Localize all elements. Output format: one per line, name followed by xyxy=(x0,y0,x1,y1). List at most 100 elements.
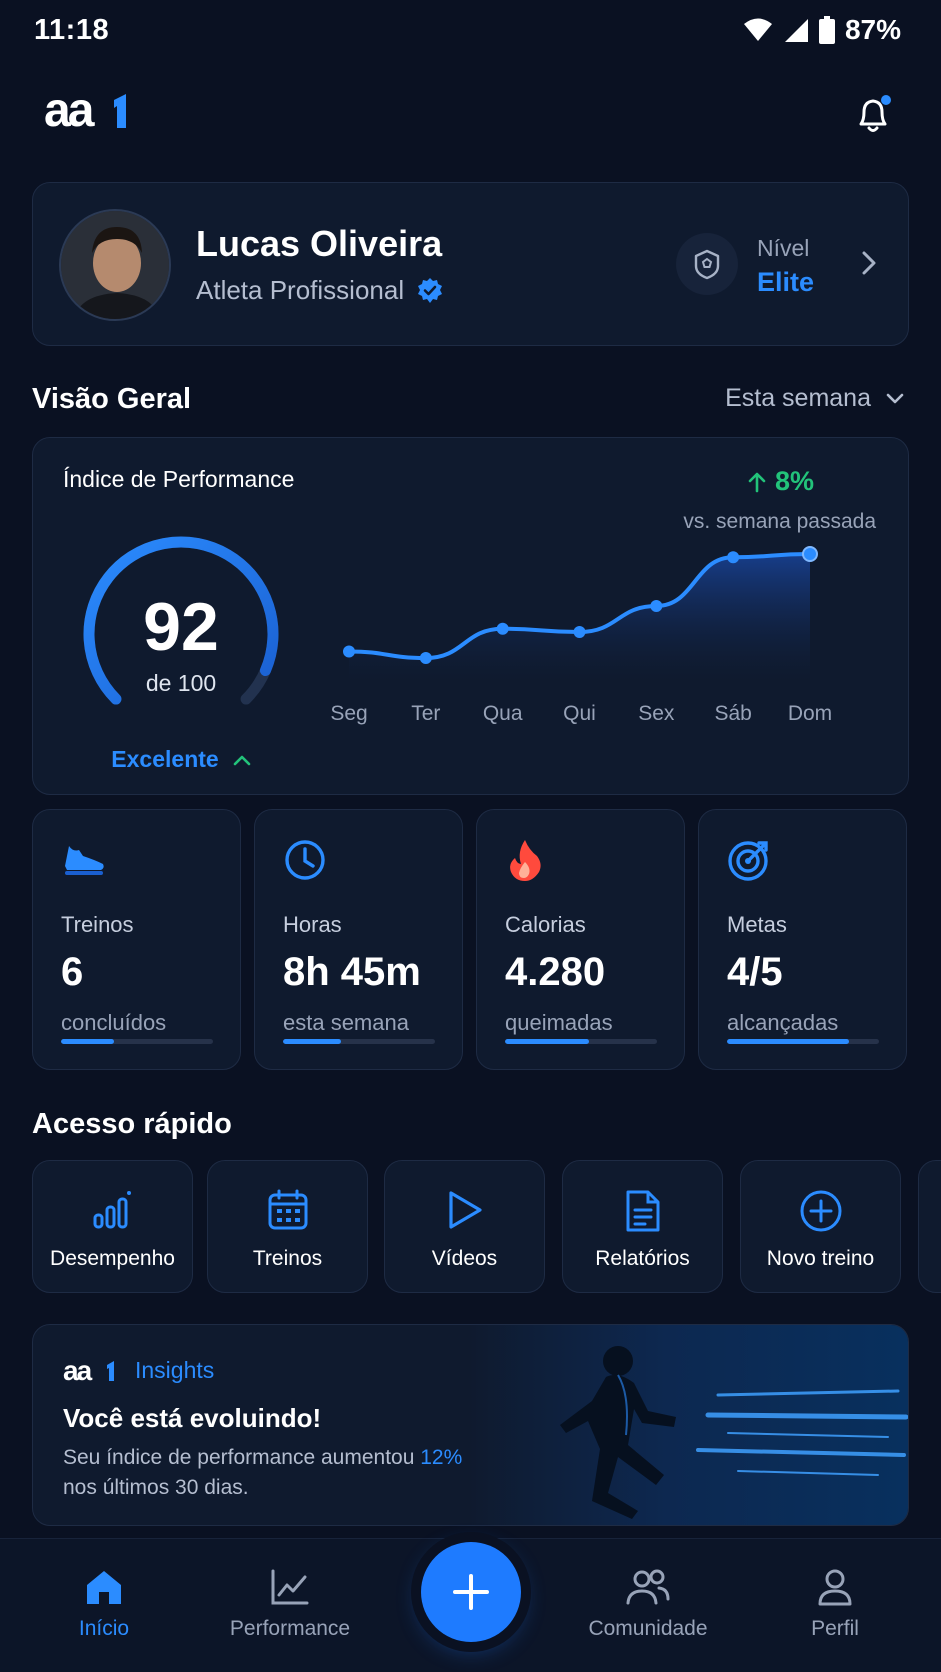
quick-novo-treino-button[interactable]: Novo treino xyxy=(740,1160,901,1293)
stat-sub: concluídos xyxy=(61,1010,167,1035)
profile-card[interactable]: Lucas Oliveira Atleta Profissional Nível… xyxy=(32,182,909,346)
stat-progress-bar xyxy=(283,1039,435,1044)
performance-delta: 8% xyxy=(747,466,814,497)
profile-role: Atleta Profissional xyxy=(196,275,444,306)
wifi-icon xyxy=(743,18,772,41)
battery-icon xyxy=(818,16,835,44)
plus-circle-icon xyxy=(741,1189,900,1233)
performance-card: Seg Ter Qua Qui Sex Sáb Dom Índice de Performa… xyxy=(32,437,909,795)
stat-progress-bar xyxy=(505,1039,657,1044)
nav-performance[interactable]: Performance xyxy=(210,1567,370,1641)
quick-label: Desempenho xyxy=(50,1247,175,1270)
quick-label: Novo treino xyxy=(766,1247,875,1270)
stat-card-metas[interactable]: Metas 4/5 alcançadas xyxy=(698,809,907,1070)
stat-value: 8h 45m xyxy=(283,950,421,994)
period-label: Esta semana xyxy=(725,384,871,412)
x-tick-label: Sáb xyxy=(714,702,751,725)
quick-access-title: Acesso rápido xyxy=(32,1108,232,1140)
nav-perfil[interactable]: Perfil xyxy=(755,1567,915,1641)
runner-illustration xyxy=(468,1325,908,1525)
chart-area xyxy=(349,554,810,683)
nav-label: Perfil xyxy=(811,1617,859,1640)
document-icon xyxy=(563,1189,722,1233)
shield-icon xyxy=(694,249,720,280)
x-tick-label: Dom xyxy=(788,702,832,725)
overview-title: Visão Geral xyxy=(32,383,192,415)
quick-desempenho-button[interactable]: Desempenho xyxy=(32,1160,193,1293)
stat-sub: alcançadas xyxy=(727,1010,839,1035)
stat-progress-bar xyxy=(727,1039,879,1044)
chart-point xyxy=(496,622,509,635)
stat-value: 6 xyxy=(61,950,84,994)
target-icon xyxy=(727,838,771,887)
clock-icon xyxy=(283,838,327,887)
nav-inicio[interactable]: Início xyxy=(24,1567,184,1641)
bar-chart-icon xyxy=(33,1189,192,1229)
chevron-up-icon xyxy=(233,755,251,765)
nav-label: Comunidade xyxy=(588,1617,708,1640)
signal-icon xyxy=(784,19,808,42)
stat-progress-fill xyxy=(505,1039,589,1044)
insights-highlight: 12% xyxy=(420,1446,463,1469)
calendar-icon xyxy=(208,1189,367,1231)
avatar xyxy=(59,209,171,321)
home-icon xyxy=(87,1571,121,1604)
level-badge xyxy=(676,233,738,295)
chart-point xyxy=(419,652,432,664)
app-logo: aa xyxy=(44,84,140,137)
insights-text: Seu índice de performance aumentou 12% n… xyxy=(63,1443,483,1503)
stat-card-horas[interactable]: Horas 8h 45m esta semana xyxy=(254,809,463,1070)
performance-rating[interactable]: Excelente xyxy=(73,746,289,773)
x-tick-label: Seg xyxy=(330,702,367,725)
x-tick-label: Qua xyxy=(483,702,523,725)
chevron-down-icon xyxy=(886,393,904,403)
level-label: Nível xyxy=(757,235,810,261)
stat-progress-fill xyxy=(727,1039,849,1044)
quick-next-item[interactable] xyxy=(918,1160,941,1293)
stat-progress-bar xyxy=(61,1039,213,1044)
shoe-icon xyxy=(61,838,107,883)
verified-badge-icon xyxy=(418,277,443,303)
status-icons: 87% xyxy=(743,14,901,46)
arrow-up-icon xyxy=(748,472,766,492)
profile-name: Lucas Oliveira xyxy=(196,223,443,264)
insights-label: Insights xyxy=(135,1357,215,1383)
insights-logo-icon: aa xyxy=(63,1358,114,1384)
quick-videos-button[interactable]: Vídeos xyxy=(384,1160,545,1293)
stat-label: Treinos xyxy=(61,912,134,937)
quick-label: Vídeos xyxy=(431,1247,498,1270)
stat-sub: esta semana xyxy=(283,1010,409,1035)
insights-card[interactable]: aa Insights Você está evoluindo! Seu índ… xyxy=(32,1324,909,1526)
insights-header: aa Insights xyxy=(63,1357,214,1384)
x-tick-label: Sex xyxy=(638,702,675,725)
quick-label: Relatórios xyxy=(595,1247,690,1270)
quick-label: Treinos xyxy=(252,1247,323,1270)
chart-point xyxy=(802,546,818,562)
period-selector[interactable]: Esta semana xyxy=(725,384,905,413)
line-chart-icon xyxy=(271,1569,309,1605)
quick-relatorios-button[interactable]: Relatórios xyxy=(562,1160,723,1293)
nav-label: Performance xyxy=(229,1617,351,1640)
status-bar: 11:18 87% xyxy=(34,12,901,48)
nav-comunidade[interactable]: Comunidade xyxy=(568,1567,728,1641)
add-fab-button[interactable] xyxy=(421,1542,521,1642)
stat-value: 4.280 xyxy=(505,950,606,994)
chevron-right-icon[interactable] xyxy=(860,249,878,277)
notification-bell-icon[interactable] xyxy=(853,94,893,141)
stat-label: Horas xyxy=(283,912,342,937)
performance-score: 92 xyxy=(143,589,219,665)
chart-point xyxy=(727,551,740,564)
quick-treinos-button[interactable]: Treinos xyxy=(207,1160,368,1293)
chart-point xyxy=(573,626,586,638)
stat-card-calorias[interactable]: Calorias 4.280 queimadas xyxy=(476,809,685,1070)
stat-value: 4/5 xyxy=(727,950,783,994)
delta-value: 8% xyxy=(774,466,814,496)
level-value: Elite xyxy=(757,267,815,297)
play-icon xyxy=(385,1189,544,1231)
stat-progress-fill xyxy=(283,1039,341,1044)
stat-progress-fill xyxy=(61,1039,115,1044)
nav-label: Início xyxy=(78,1617,130,1640)
battery-percent: 87% xyxy=(844,14,901,45)
chart-point xyxy=(650,600,663,612)
stat-card-treinos[interactable]: Treinos 6 concluídos xyxy=(32,809,241,1070)
